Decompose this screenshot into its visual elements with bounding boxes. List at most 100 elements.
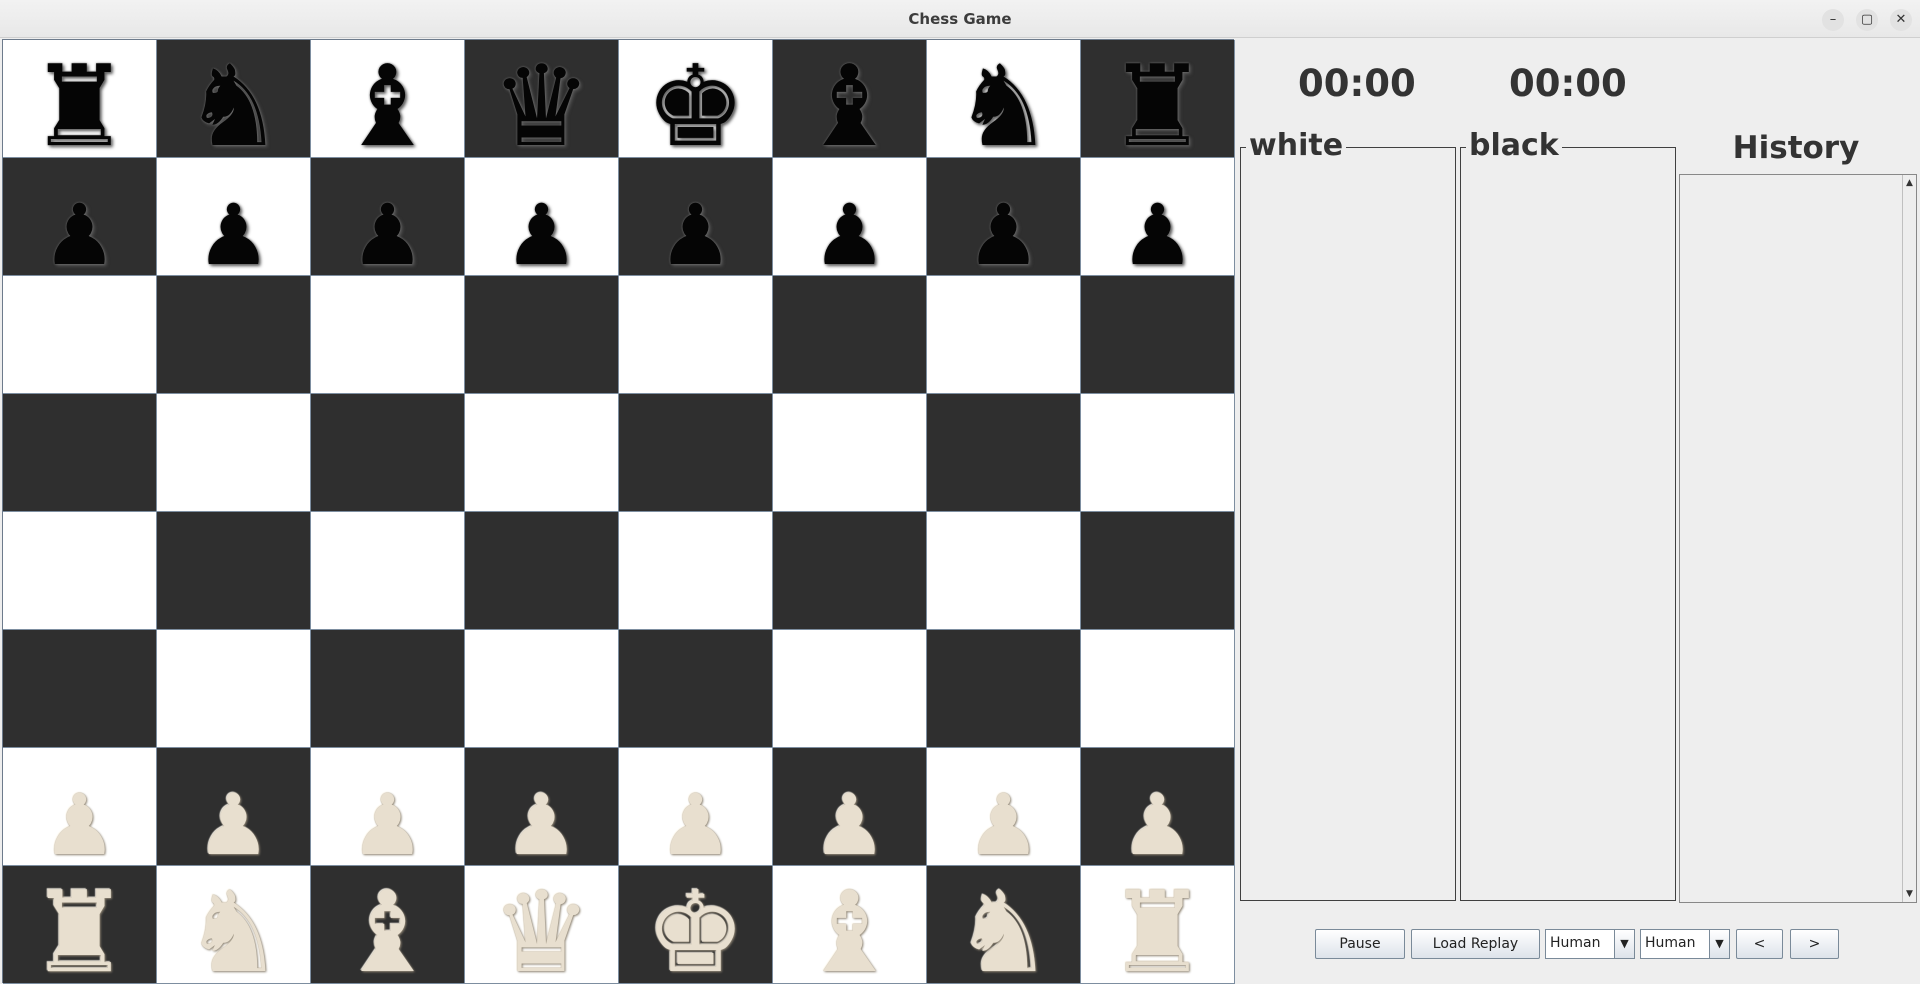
load-replay-button[interactable]: Load Replay (1411, 929, 1540, 959)
white-pawn-icon[interactable]: ♟ (619, 783, 772, 865)
white-bishop-icon[interactable]: ♝ (311, 877, 464, 983)
player2-type-select[interactable]: Human ▼ (1640, 929, 1730, 959)
history-list[interactable]: ▲ ▼ (1679, 174, 1917, 903)
white-pawn-icon[interactable]: ♟ (3, 783, 156, 865)
square-a1[interactable]: ♜ (3, 866, 157, 984)
black-pawn-icon[interactable]: ♟ (927, 193, 1080, 275)
square-e5[interactable] (619, 394, 773, 512)
history-scrollbar[interactable]: ▲ ▼ (1902, 175, 1916, 902)
scroll-down-icon[interactable]: ▼ (1903, 887, 1916, 901)
square-h6[interactable] (1081, 276, 1235, 394)
square-b7[interactable]: ♟ (157, 158, 311, 276)
minimize-icon[interactable]: – (1822, 9, 1844, 31)
white-pawn-icon[interactable]: ♟ (157, 783, 310, 865)
black-king-icon[interactable]: ♚ (619, 51, 772, 157)
square-h2[interactable]: ♟ (1081, 748, 1235, 866)
white-rook-icon[interactable]: ♜ (3, 877, 156, 983)
black-pawn-icon[interactable]: ♟ (1081, 193, 1234, 275)
black-bishop-icon[interactable]: ♝ (773, 51, 926, 157)
square-e3[interactable] (619, 630, 773, 748)
square-d7[interactable]: ♟ (465, 158, 619, 276)
white-pawn-icon[interactable]: ♟ (773, 783, 926, 865)
square-g4[interactable] (927, 512, 1081, 630)
maximize-icon[interactable]: ▢ (1856, 9, 1878, 31)
square-f7[interactable]: ♟ (773, 158, 927, 276)
previous-move-button[interactable]: < (1736, 929, 1783, 959)
square-b5[interactable] (157, 394, 311, 512)
square-c8[interactable]: ♝ (311, 40, 465, 158)
square-g1[interactable]: ♞ (927, 866, 1081, 984)
black-pawn-icon[interactable]: ♟ (465, 193, 618, 275)
square-d3[interactable] (465, 630, 619, 748)
square-h8[interactable]: ♜ (1081, 40, 1235, 158)
black-pawn-icon[interactable]: ♟ (157, 193, 310, 275)
square-e7[interactable]: ♟ (619, 158, 773, 276)
square-a3[interactable] (3, 630, 157, 748)
chevron-down-icon[interactable]: ▼ (1709, 930, 1729, 958)
square-d1[interactable]: ♛ (465, 866, 619, 984)
black-pawn-icon[interactable]: ♟ (311, 193, 464, 275)
square-g5[interactable] (927, 394, 1081, 512)
player1-type-select[interactable]: Human ▼ (1545, 929, 1635, 959)
square-c1[interactable]: ♝ (311, 866, 465, 984)
black-pawn-icon[interactable]: ♟ (773, 193, 926, 275)
square-f4[interactable] (773, 512, 927, 630)
square-e1[interactable]: ♚ (619, 866, 773, 984)
square-f1[interactable]: ♝ (773, 866, 927, 984)
square-b3[interactable] (157, 630, 311, 748)
next-move-button[interactable]: > (1790, 929, 1839, 959)
square-f5[interactable] (773, 394, 927, 512)
square-a8[interactable]: ♜ (3, 40, 157, 158)
black-knight-icon[interactable]: ♞ (927, 51, 1080, 157)
black-queen-icon[interactable]: ♛ (465, 51, 618, 157)
square-c3[interactable] (311, 630, 465, 748)
black-rook-icon[interactable]: ♜ (1081, 51, 1234, 157)
square-g8[interactable]: ♞ (927, 40, 1081, 158)
square-c7[interactable]: ♟ (311, 158, 465, 276)
white-pawn-icon[interactable]: ♟ (311, 783, 464, 865)
square-d8[interactable]: ♛ (465, 40, 619, 158)
chevron-down-icon[interactable]: ▼ (1614, 930, 1634, 958)
square-a2[interactable]: ♟ (3, 748, 157, 866)
black-pawn-icon[interactable]: ♟ (619, 193, 772, 275)
white-pawn-icon[interactable]: ♟ (927, 783, 1080, 865)
square-c4[interactable] (311, 512, 465, 630)
square-f6[interactable] (773, 276, 927, 394)
square-h3[interactable] (1081, 630, 1235, 748)
white-king-icon[interactable]: ♚ (619, 877, 772, 983)
square-d6[interactable] (465, 276, 619, 394)
square-c6[interactable] (311, 276, 465, 394)
white-knight-icon[interactable]: ♞ (157, 877, 310, 983)
square-b4[interactable] (157, 512, 311, 630)
square-a7[interactable]: ♟ (3, 158, 157, 276)
black-bishop-icon[interactable]: ♝ (311, 51, 464, 157)
square-d5[interactable] (465, 394, 619, 512)
square-h7[interactable]: ♟ (1081, 158, 1235, 276)
square-b2[interactable]: ♟ (157, 748, 311, 866)
square-d2[interactable]: ♟ (465, 748, 619, 866)
scroll-up-icon[interactable]: ▲ (1903, 176, 1916, 190)
square-a6[interactable] (3, 276, 157, 394)
square-e2[interactable]: ♟ (619, 748, 773, 866)
square-g6[interactable] (927, 276, 1081, 394)
square-h5[interactable] (1081, 394, 1235, 512)
square-g3[interactable] (927, 630, 1081, 748)
square-a4[interactable] (3, 512, 157, 630)
square-e8[interactable]: ♚ (619, 40, 773, 158)
square-e4[interactable] (619, 512, 773, 630)
square-b8[interactable]: ♞ (157, 40, 311, 158)
square-d4[interactable] (465, 512, 619, 630)
white-bishop-icon[interactable]: ♝ (773, 877, 926, 983)
white-rook-icon[interactable]: ♜ (1081, 877, 1234, 983)
white-queen-icon[interactable]: ♛ (465, 877, 618, 983)
white-pawn-icon[interactable]: ♟ (465, 783, 618, 865)
square-f2[interactable]: ♟ (773, 748, 927, 866)
square-f3[interactable] (773, 630, 927, 748)
square-c2[interactable]: ♟ (311, 748, 465, 866)
pause-button[interactable]: Pause (1315, 929, 1405, 959)
close-icon[interactable]: ✕ (1890, 9, 1912, 31)
square-g7[interactable]: ♟ (927, 158, 1081, 276)
square-b1[interactable]: ♞ (157, 866, 311, 984)
square-a5[interactable] (3, 394, 157, 512)
square-c5[interactable] (311, 394, 465, 512)
